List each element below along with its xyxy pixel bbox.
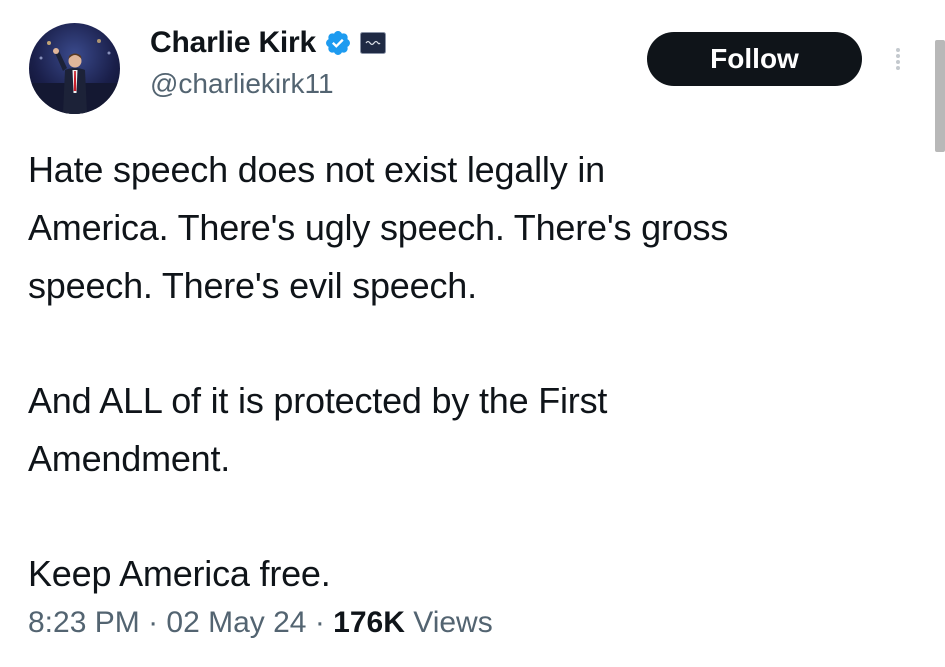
tweet-card: Charlie Kirk @charliekirk11 Follow Hate … (0, 0, 945, 667)
tweet-date[interactable]: 02 May 24 (166, 606, 306, 640)
tweet-meta: 8:23 PM · 02 May 24 · 176K Views (28, 606, 493, 640)
follow-button[interactable]: Follow (647, 32, 862, 86)
author-handle[interactable]: @charliekirk11 (150, 68, 334, 100)
tweet-paragraph: Hate speech does not exist legally in Am… (28, 149, 729, 306)
meta-separator: · (139, 606, 167, 639)
author-display-name[interactable]: Charlie Kirk (150, 26, 316, 60)
tweet-time[interactable]: 8:23 PM (28, 606, 140, 640)
author-name-row: Charlie Kirk (150, 23, 386, 63)
tweet-paragraph: Keep America free. (28, 553, 331, 594)
meta-separator: · (306, 606, 334, 639)
scrollbar-thumb[interactable] (935, 40, 945, 152)
tweet-paragraph: And ALL of it is protected by the First … (28, 380, 608, 479)
avatar[interactable] (29, 23, 120, 114)
views-count[interactable]: 176K (333, 606, 405, 640)
verified-badge-icon (326, 31, 350, 55)
tweet-text: Hate speech does not exist legally in Am… (28, 141, 908, 603)
vertical-dots-icon[interactable] (893, 46, 903, 74)
affiliate-org-icon[interactable] (360, 32, 386, 54)
views-label: Views (404, 606, 493, 639)
